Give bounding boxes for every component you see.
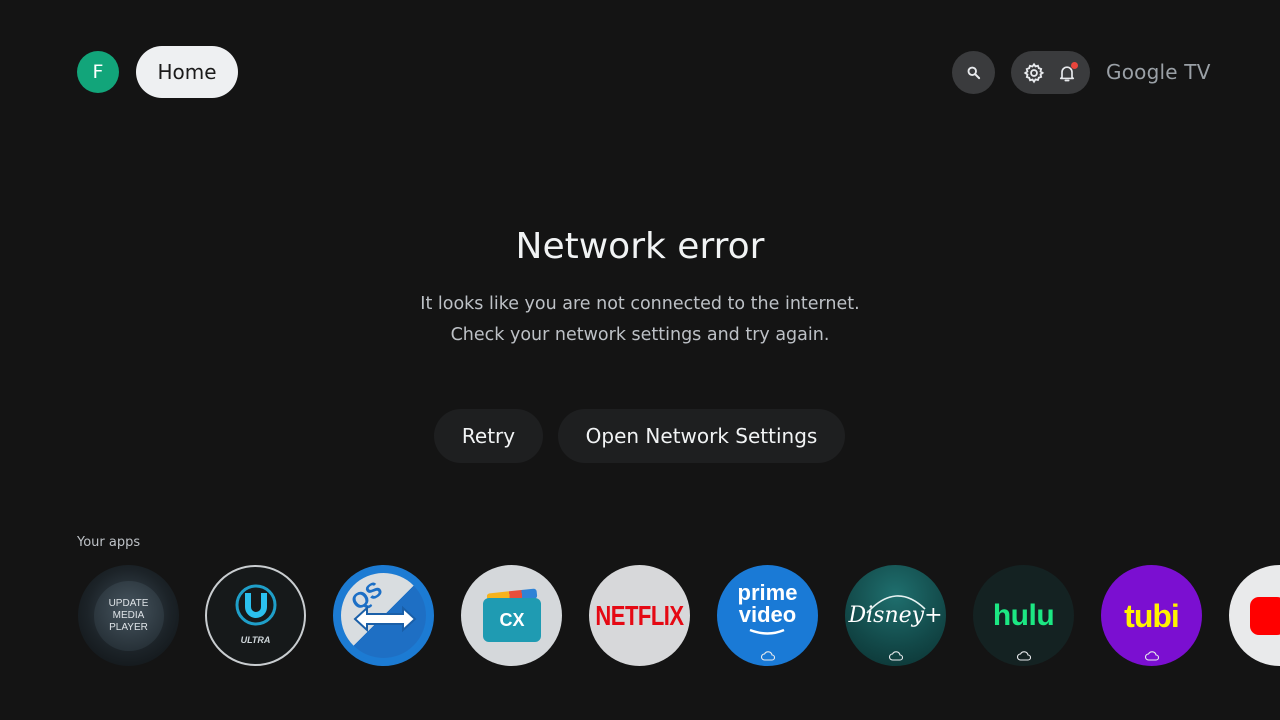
settings-icon bbox=[1023, 62, 1044, 83]
disney-arc-icon bbox=[866, 595, 926, 614]
notification-badge bbox=[1071, 61, 1079, 69]
app-ultra[interactable]: ULTRA bbox=[205, 565, 306, 666]
open-network-settings-label: Open Network Settings bbox=[585, 424, 818, 448]
your-apps-heading: Your apps bbox=[77, 535, 141, 550]
download-cloud-icon bbox=[1144, 651, 1159, 661]
google-tv-logo: Google TV bbox=[1106, 60, 1211, 84]
error-message-line-2: Check your network settings and try agai… bbox=[450, 325, 830, 345]
app-youtube[interactable] bbox=[1229, 565, 1280, 666]
download-cloud-icon bbox=[1016, 651, 1031, 661]
download-cloud-icon bbox=[760, 651, 775, 661]
settings-notifications-group bbox=[1011, 51, 1090, 94]
app-update-line-2: MEDIA bbox=[112, 609, 145, 621]
profile-avatar[interactable]: F bbox=[77, 51, 119, 93]
app-qs[interactable]: QS bbox=[333, 565, 434, 666]
error-title: Network error bbox=[515, 226, 765, 267]
app-ultra-label: ULTRA bbox=[240, 635, 271, 645]
app-update-media-player[interactable]: UPDATE MEDIA PLAYER bbox=[78, 565, 179, 666]
app-hulu-label: hulu bbox=[992, 598, 1055, 632]
retry-button-label: Retry bbox=[461, 424, 516, 448]
app-prime-line-2: video bbox=[738, 601, 797, 627]
arrow-right-icon bbox=[353, 605, 417, 633]
app-netflix[interactable]: NETFLIX bbox=[589, 565, 690, 666]
app-cx-label: CX bbox=[499, 610, 525, 630]
app-netflix-label: NETFLIX bbox=[595, 599, 684, 631]
app-tubi[interactable]: tubi bbox=[1101, 565, 1202, 666]
app-prime-line-1: prime bbox=[737, 579, 798, 605]
tab-home-label: Home bbox=[157, 60, 217, 84]
app-disney-plus[interactable]: Disney+ bbox=[845, 565, 946, 666]
app-cx-file-explorer[interactable]: CX bbox=[461, 565, 562, 666]
app-update-line-1: UPDATE bbox=[108, 597, 149, 609]
app-prime-video[interactable]: prime video bbox=[717, 565, 818, 666]
app-hulu[interactable]: hulu bbox=[973, 565, 1074, 666]
error-message-line-1: It looks like you are not connected to t… bbox=[420, 294, 860, 314]
youtube-play-icon bbox=[1250, 597, 1280, 635]
tab-home[interactable]: Home bbox=[136, 46, 238, 98]
avatar-initial: F bbox=[92, 61, 104, 83]
smile-arrow-icon bbox=[749, 628, 784, 635]
search-button[interactable] bbox=[952, 51, 995, 94]
notifications-button[interactable] bbox=[1055, 61, 1079, 85]
retry-button[interactable]: Retry bbox=[434, 409, 543, 463]
download-cloud-icon bbox=[888, 651, 903, 661]
ultra-logo-icon bbox=[235, 584, 277, 626]
app-tubi-label: tubi bbox=[1124, 597, 1180, 634]
open-network-settings-button[interactable]: Open Network Settings bbox=[558, 409, 845, 463]
search-icon bbox=[967, 66, 981, 80]
google-tv-home-screen: F Home Google TV Network error It looks … bbox=[0, 0, 1280, 720]
app-update-line-3: PLAYER bbox=[109, 621, 148, 633]
settings-button[interactable] bbox=[1022, 61, 1046, 85]
